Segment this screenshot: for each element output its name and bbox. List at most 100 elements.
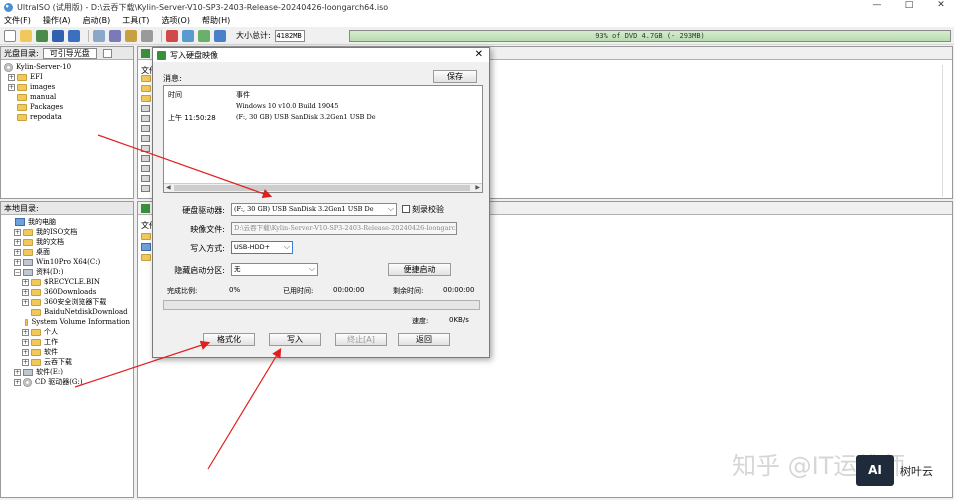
properties-icon[interactable] (102, 48, 112, 58)
tree-item[interactable]: +360Downloads (4, 287, 130, 297)
mount-icon[interactable] (125, 29, 137, 42)
tree-item[interactable]: + CD 驱动器(G:) (4, 377, 130, 387)
file-icon[interactable] (141, 135, 150, 142)
folder-icon[interactable] (141, 85, 151, 92)
tree-item[interactable]: + 个人 (4, 327, 130, 337)
expand-icon[interactable]: + (8, 83, 15, 91)
scroll-left-icon[interactable]: ◀ (166, 184, 171, 191)
file-icon[interactable] (141, 115, 150, 122)
tree-item[interactable]: + images (4, 82, 130, 92)
log-horizontal-scrollbar[interactable]: ◀ ▶ (164, 183, 482, 192)
properties-icon[interactable] (182, 29, 194, 42)
expand-icon[interactable]: + (14, 378, 21, 386)
menu-options[interactable]: 选项(O) (161, 15, 190, 26)
tree-item[interactable]: − 资料(D:) (4, 267, 130, 277)
back-button[interactable]: 返回 (398, 333, 450, 346)
expand-icon[interactable]: + (22, 348, 29, 356)
tree-item[interactable]: + Win10Pro X64(C:) (4, 257, 130, 267)
menu-action[interactable]: 操作(A) (43, 15, 71, 26)
verify-checkbox[interactable] (402, 205, 410, 213)
menu-tools[interactable]: 工具(T) (122, 15, 149, 26)
compress-icon[interactable] (141, 29, 153, 42)
write-method-select[interactable]: USB-HDD+ (231, 241, 293, 254)
menu-help[interactable]: 帮助(H) (202, 15, 230, 26)
expand-icon[interactable]: − (14, 268, 21, 276)
tree-item[interactable]: repodata (4, 112, 130, 122)
tree-item[interactable]: + EFI (4, 72, 130, 82)
expand-icon[interactable]: + (14, 228, 21, 236)
help-icon[interactable] (198, 29, 210, 42)
tree-root[interactable]: Kylin-Server-10 (4, 62, 130, 72)
expand-icon[interactable]: + (14, 368, 21, 376)
hide-boot-partition-select[interactable]: 无 (231, 263, 318, 276)
maximize-button[interactable]: □ (904, 0, 914, 10)
file-icon[interactable] (141, 155, 150, 162)
tree-item[interactable]: System Volume Information (4, 317, 130, 327)
up-icon[interactable] (141, 48, 150, 58)
file-icon[interactable] (141, 165, 150, 172)
expand-icon[interactable]: + (14, 248, 21, 256)
exit-icon[interactable] (214, 29, 226, 42)
computer-icon[interactable] (141, 243, 151, 251)
folder-icon[interactable] (141, 254, 151, 261)
scroll-right-icon[interactable]: ▶ (475, 184, 480, 191)
folder-icon[interactable] (141, 95, 151, 102)
add-file-icon[interactable] (166, 29, 178, 42)
extract-icon[interactable] (36, 29, 48, 42)
easy-boot-button[interactable]: 便捷启动 (388, 263, 451, 276)
minimize-button[interactable]: — (872, 0, 882, 10)
expand-icon[interactable]: + (22, 278, 29, 286)
tree-item[interactable]: + 桌面 (4, 247, 130, 257)
folder-icon (31, 278, 41, 286)
expand-icon[interactable]: + (22, 298, 29, 306)
tree-item[interactable]: + 我的ISO文档 (4, 227, 130, 237)
menu-boot[interactable]: 启动(B) (83, 15, 111, 26)
tree-item[interactable]: +360安全浏览器下载 (4, 297, 130, 307)
scroll-thumb[interactable] (174, 185, 470, 191)
new-icon[interactable] (4, 29, 16, 42)
tree-item[interactable]: + $RECYCLE.BIN (4, 277, 130, 287)
file-icon[interactable] (141, 105, 150, 112)
tree-item[interactable]: + 软件 (4, 347, 130, 357)
format-button[interactable]: 格式化 (203, 333, 255, 346)
open-icon[interactable] (20, 29, 32, 42)
tree-item-label: System Volume Information (31, 318, 130, 326)
dialog-close-icon[interactable]: ✕ (475, 49, 483, 60)
burn-icon[interactable] (109, 29, 121, 42)
image-file-field[interactable]: D:\云吞下载\Kylin-Server-V10-SP3-2403-Releas… (231, 222, 457, 235)
file-icon[interactable] (141, 145, 150, 152)
folder-icon[interactable] (141, 75, 151, 82)
tree-item[interactable]: + 工作 (4, 337, 130, 347)
tree-item[interactable]: + 我的文档 (4, 237, 130, 247)
tree-item[interactable]: BaiduNetdiskDownload (4, 307, 130, 317)
disk-drive-select[interactable]: (F:, 30 GB) USB SanDisk 3.2Gen1 USB De (231, 203, 397, 216)
folder-icon (31, 358, 41, 366)
image-icon[interactable] (93, 29, 105, 42)
file-icon[interactable] (141, 175, 150, 182)
expand-icon[interactable]: + (22, 338, 29, 346)
expand-icon[interactable]: + (14, 258, 21, 266)
file-icon[interactable] (141, 185, 150, 192)
save-icon[interactable] (52, 29, 64, 42)
vertical-scrollbar[interactable] (942, 65, 950, 197)
close-button[interactable]: ✕ (936, 0, 946, 10)
expand-icon[interactable]: + (8, 73, 15, 81)
tree-item[interactable]: manual (4, 92, 130, 102)
tree-item[interactable]: + 云吞下载 (4, 357, 130, 367)
expand-icon[interactable]: + (22, 328, 29, 336)
tree-item[interactable]: Packages (4, 102, 130, 112)
file-icon[interactable] (141, 125, 150, 132)
tree-item[interactable]: + 软件(E:) (4, 367, 130, 377)
expand-icon[interactable]: + (14, 238, 21, 246)
save-as-icon[interactable] (68, 29, 80, 42)
save-button[interactable]: 保存 (433, 70, 477, 83)
expand-icon[interactable]: + (22, 358, 29, 366)
tree-item[interactable]: 我的电脑 (4, 217, 130, 227)
expand-icon[interactable]: + (22, 288, 29, 296)
write-button[interactable]: 写入 (269, 333, 321, 346)
write-progress-bar (163, 300, 480, 310)
up-icon[interactable] (141, 203, 150, 213)
folder-icon[interactable] (141, 233, 151, 240)
menu-file[interactable]: 文件(F) (4, 15, 31, 26)
stop-button[interactable]: 终止[A] (335, 333, 387, 346)
